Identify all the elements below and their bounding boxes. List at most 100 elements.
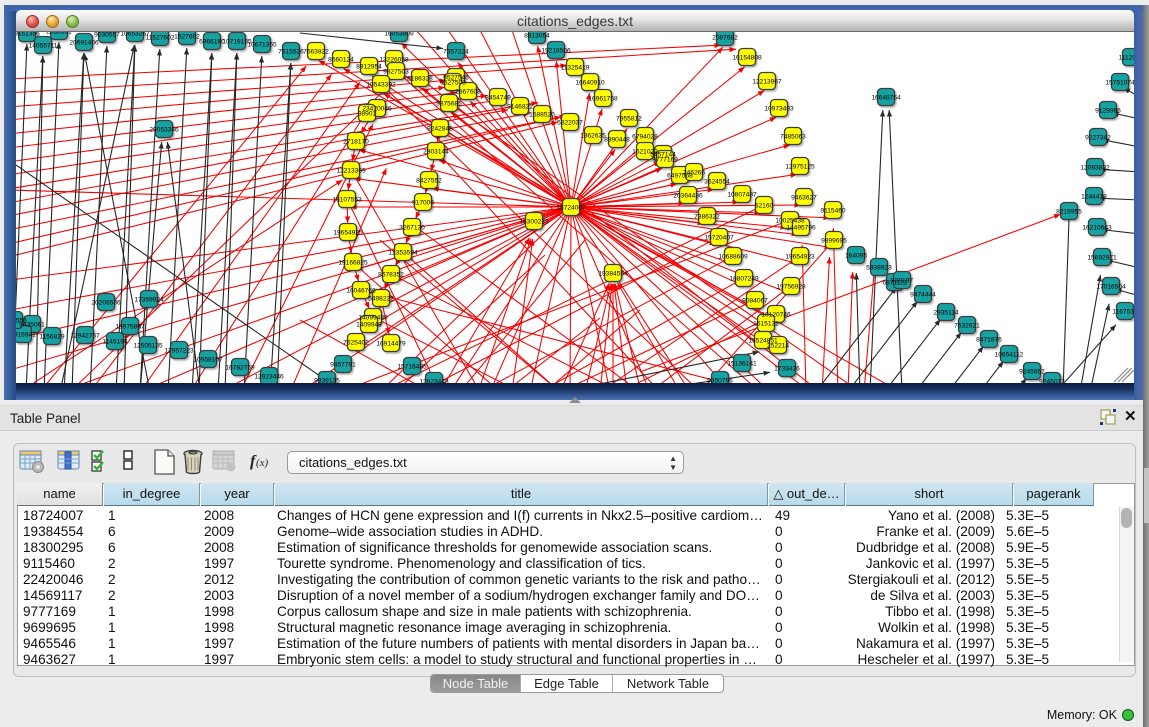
svg-text:10973493: 10973493 <box>764 105 794 112</box>
svg-text:1112096: 1112096 <box>1119 54 1134 61</box>
svg-text:11527602: 11527602 <box>146 34 175 41</box>
svg-text:19166825: 19166825 <box>338 259 368 266</box>
svg-text:7632621: 7632621 <box>954 322 980 329</box>
svg-text:5498222: 5498222 <box>368 295 394 302</box>
svg-text:7485063: 7485063 <box>780 133 806 140</box>
svg-text:62160: 62160 <box>755 202 774 209</box>
svg-text:17957223: 17957223 <box>164 347 194 354</box>
svg-text:12923446: 12923446 <box>254 373 284 380</box>
svg-text:19975867: 19975867 <box>115 323 145 330</box>
svg-text:17016504: 17016504 <box>1096 283 1126 290</box>
svg-text:7663822: 7663822 <box>303 48 329 55</box>
svg-text:98901: 98901 <box>358 110 377 117</box>
svg-text:10671355: 10671355 <box>247 41 277 48</box>
svg-text:7515526: 7515526 <box>278 48 304 55</box>
svg-text:9161356: 9161356 <box>16 32 40 37</box>
svg-text:164095: 164095 <box>845 252 867 259</box>
svg-text:2803144: 2803144 <box>423 148 449 155</box>
svg-text:8990448: 8990448 <box>604 136 630 143</box>
svg-text:8678352: 8678352 <box>378 271 404 278</box>
svg-text:9146821: 9146821 <box>507 103 533 110</box>
svg-text:15751074: 15751074 <box>1105 79 1134 86</box>
svg-text:12093822: 12093822 <box>1080 164 1110 171</box>
svg-text:15720407: 15720407 <box>704 234 734 241</box>
svg-text:6966160: 6966160 <box>199 38 225 45</box>
svg-text:18807249: 18807249 <box>729 275 759 282</box>
svg-text:1588520: 1588520 <box>529 111 555 118</box>
svg-text:8912954: 8912954 <box>356 63 382 70</box>
svg-text:252214: 252214 <box>767 342 789 349</box>
svg-text:20364436: 20364436 <box>673 192 703 199</box>
svg-text:17359924: 17359924 <box>134 296 164 303</box>
svg-text:9030557: 9030557 <box>94 32 120 38</box>
svg-text:12213369: 12213369 <box>336 167 366 174</box>
svg-text:8427552: 8427552 <box>416 177 442 184</box>
svg-text:9463627: 9463627 <box>791 194 817 201</box>
svg-text:1984556: 1984556 <box>16 317 27 324</box>
svg-text:5322037: 5322037 <box>557 119 583 126</box>
svg-text:13226058: 13226058 <box>379 56 409 63</box>
svg-text:9899695: 9899695 <box>821 237 847 244</box>
svg-text:29053346: 29053346 <box>149 126 179 133</box>
svg-text:10543392: 10543392 <box>366 81 396 88</box>
svg-text:2718170: 2718170 <box>343 138 369 145</box>
svg-text:12505135: 12505135 <box>133 342 163 349</box>
svg-text:9245012: 9245012 <box>1039 378 1065 383</box>
svg-text:14055711: 14055711 <box>29 42 58 49</box>
svg-text:9242848: 9242848 <box>427 125 453 132</box>
svg-text:19756928: 19756928 <box>776 283 806 290</box>
svg-text:9245652: 9245652 <box>1019 368 1045 375</box>
svg-text:917006: 917006 <box>412 199 434 206</box>
svg-text:10025438: 10025438 <box>775 217 805 224</box>
svg-text:16961758: 16961758 <box>588 95 618 102</box>
svg-text:1615132: 1615132 <box>753 320 779 327</box>
svg-text:9339135: 9339135 <box>314 377 340 383</box>
svg-text:16053809: 16053809 <box>384 32 414 37</box>
svg-text:746266: 746266 <box>683 169 705 176</box>
svg-text:15136141: 15136141 <box>727 360 757 367</box>
svg-text:16648764: 16648764 <box>871 94 901 101</box>
svg-text:16640910: 16640910 <box>575 79 605 86</box>
svg-text:9084067: 9084067 <box>742 297 768 304</box>
svg-text:1244419: 1244419 <box>1081 193 1107 200</box>
svg-text:12923448: 12923448 <box>419 378 449 383</box>
svg-text:1145194: 1145194 <box>102 338 128 345</box>
svg-text:1527602: 1527602 <box>174 33 200 40</box>
svg-text:14495796: 14495796 <box>786 224 816 231</box>
svg-text:1409949: 1409949 <box>356 321 382 328</box>
svg-text:20206536: 20206536 <box>91 299 121 306</box>
svg-text:9827503: 9827503 <box>383 68 409 75</box>
svg-text:8186328: 8186328 <box>407 75 433 82</box>
svg-text:7357224: 7357224 <box>443 48 469 55</box>
svg-text:15716485: 15716485 <box>397 363 427 370</box>
svg-text:3267130: 3267130 <box>399 224 425 231</box>
svg-text:10654112: 10654112 <box>995 351 1024 358</box>
svg-text:2935114: 2935114 <box>933 309 959 316</box>
svg-text:15300273: 15300273 <box>519 218 549 225</box>
svg-text:1156829: 1156829 <box>39 333 65 340</box>
svg-text:8215955: 8215955 <box>1056 208 1082 215</box>
svg-text:8471876: 8471876 <box>976 336 1002 343</box>
svg-text:2063551: 2063551 <box>46 32 72 35</box>
svg-text:20691406: 20691406 <box>69 39 99 46</box>
svg-text:5938923: 5938923 <box>866 264 892 271</box>
svg-text:7625402: 7625402 <box>343 339 369 346</box>
svg-text:2867608: 2867608 <box>455 88 481 95</box>
svg-text:9227342: 9227342 <box>1085 134 1111 141</box>
svg-text:8454749: 8454749 <box>485 94 511 101</box>
svg-text:10958107: 10958107 <box>193 356 223 363</box>
svg-text:16046766: 16046766 <box>346 287 376 294</box>
svg-text:16914479: 16914479 <box>376 340 406 347</box>
svg-text:9457791: 9457791 <box>330 361 356 368</box>
svg-text:10807487: 10807487 <box>727 191 757 198</box>
svg-text:12353594: 12353594 <box>388 249 418 256</box>
svg-text:10688609: 10688609 <box>718 253 748 260</box>
svg-text:18724007: 18724007 <box>556 204 586 211</box>
svg-text:1362635: 1362635 <box>580 132 606 139</box>
svg-text:14099489: 14099489 <box>358 314 388 321</box>
svg-text:11325419: 11325419 <box>561 64 590 71</box>
svg-text:2087682: 2087682 <box>712 34 738 41</box>
svg-text:12975125: 12975125 <box>785 163 815 170</box>
svg-text:7386322: 7386322 <box>694 213 720 220</box>
svg-text:1733426: 1733426 <box>774 365 800 372</box>
